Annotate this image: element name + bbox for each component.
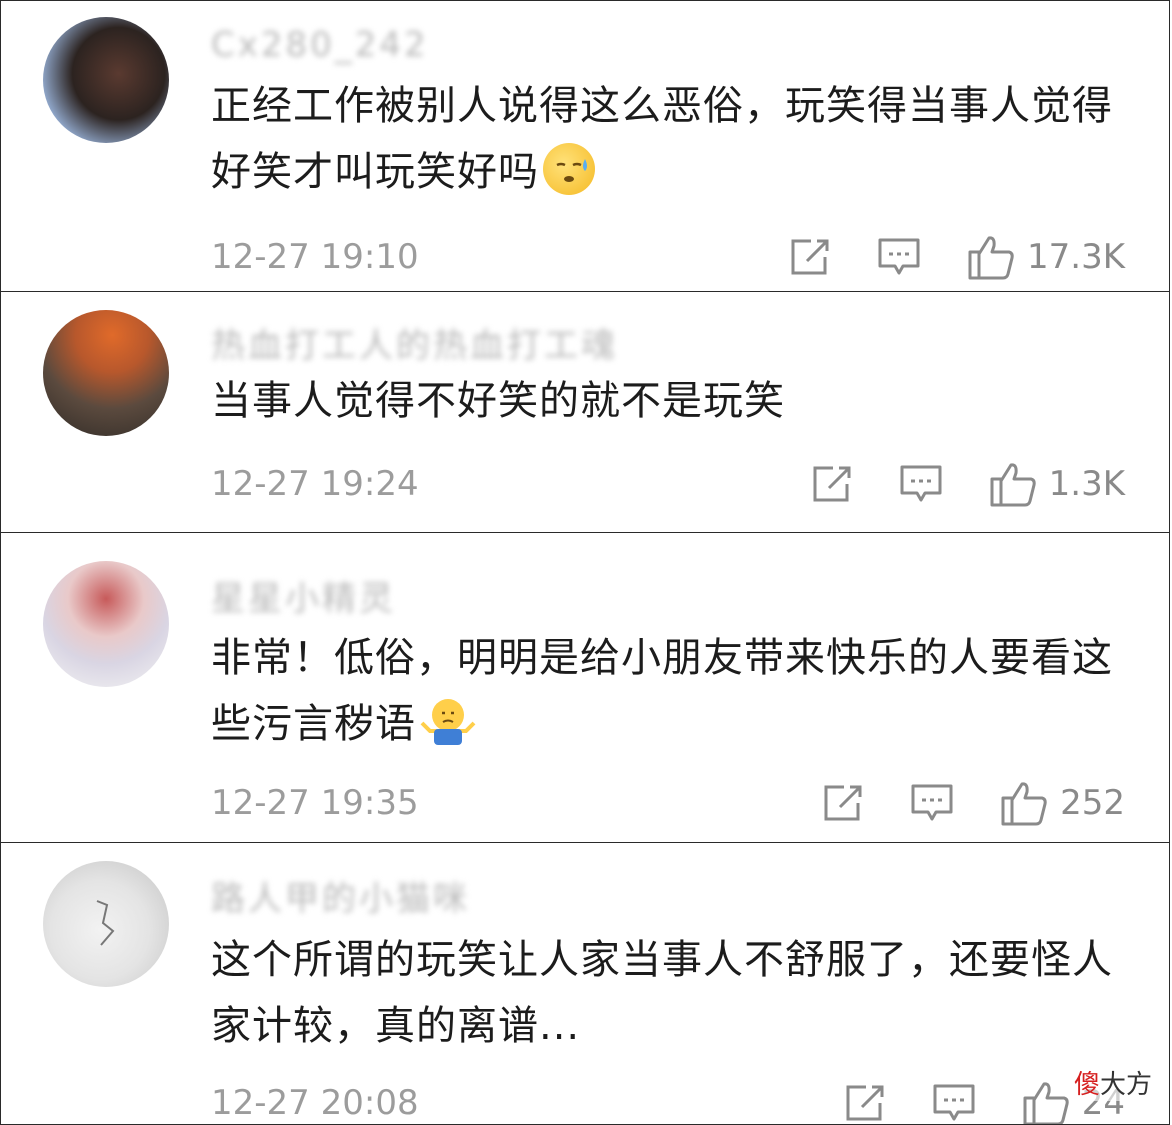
watermark: 傻大方 [1073, 1064, 1152, 1101]
watermark-first-char: 傻 [1073, 1070, 1100, 1100]
share-button[interactable] [822, 783, 864, 823]
like-count: 252 [1060, 783, 1125, 823]
like-count: 1.3K [1048, 464, 1125, 504]
comment-icon [900, 465, 942, 502]
thumbs-up-icon [1001, 782, 1047, 826]
comment-meta: 12-27 19:24 1.3K [211, 461, 1125, 507]
timestamp: 12-27 20:08 [211, 1083, 419, 1123]
comment-meta: 12-27 19:10 17.3K [211, 234, 1125, 280]
username[interactable]: 路人甲的小猫咪 [211, 871, 470, 920]
share-icon [846, 1085, 884, 1121]
comment-meta: 12-27 19:35 252 [211, 780, 1125, 826]
comment-icon [933, 1084, 975, 1121]
share-icon [824, 785, 862, 821]
thumbs-up-icon [968, 236, 1014, 280]
share-icon [813, 466, 851, 502]
reply-button[interactable] [910, 783, 954, 823]
shrug-emoji-icon [420, 695, 476, 747]
share-button[interactable] [844, 1083, 886, 1123]
like-count: 17.3K [1027, 237, 1125, 277]
comment-icon [911, 784, 953, 821]
comment-card: Cx280_242 正经工作被别人说得这么恶俗，玩笑得当事人觉得好笑才叫玩笑好吗… [0, 0, 1170, 292]
timestamp: 12-27 19:10 [211, 237, 419, 277]
like-button[interactable]: 252 [1000, 780, 1125, 826]
sweat-face-emoji-icon [543, 143, 595, 195]
reply-button[interactable] [877, 237, 921, 277]
comment-icon [878, 238, 920, 275]
like-button[interactable]: 17.3K [967, 234, 1125, 280]
share-button[interactable] [789, 237, 831, 277]
watermark-rest: 大方 [1099, 1070, 1152, 1100]
share-button[interactable] [811, 464, 853, 504]
thumbs-up-icon [990, 463, 1036, 507]
comment-meta: 12-27 20:08 24 [211, 1081, 1125, 1124]
username[interactable]: 星星小精灵 [211, 571, 396, 620]
like-button[interactable]: 1.3K [989, 461, 1125, 507]
avatar[interactable] [43, 17, 169, 143]
reply-button[interactable] [899, 464, 943, 504]
comment-text: 非常！低俗，明明是给小朋友带来快乐的人要看这些污言秽语 [211, 635, 1113, 747]
comment-card: 路人甲的小猫咪 这个所谓的玩笑让人家当事人不舒服了，还要怪人家计较，真的离谱..… [0, 842, 1170, 1125]
comment-text: 这个所谓的玩笑让人家当事人不舒服了，还要怪人家计较，真的离谱... [211, 937, 1113, 1049]
comment-card: 星星小精灵 非常！低俗，明明是给小朋友带来快乐的人要看这些污言秽语 12-27 … [0, 532, 1170, 843]
share-icon [791, 239, 829, 275]
comment-text: 当事人觉得不好笑的就不是玩笑 [211, 378, 785, 424]
thumbs-up-icon [1023, 1082, 1069, 1124]
avatar[interactable] [43, 861, 169, 987]
reply-button[interactable] [932, 1083, 976, 1123]
timestamp: 12-27 19:24 [211, 464, 419, 504]
comment-card: 热血打工人的热血打工魂 当事人觉得不好笑的就不是玩笑 12-27 19:24 1… [0, 291, 1170, 533]
timestamp: 12-27 19:35 [211, 783, 419, 823]
avatar[interactable] [43, 561, 169, 687]
username[interactable]: 热血打工人的热血打工魂 [211, 318, 618, 367]
username[interactable]: Cx280_242 [211, 25, 429, 65]
comment-text: 正经工作被别人说得这么恶俗，玩笑得当事人觉得好笑才叫玩笑好吗 [211, 83, 1113, 195]
avatar[interactable] [43, 310, 169, 436]
